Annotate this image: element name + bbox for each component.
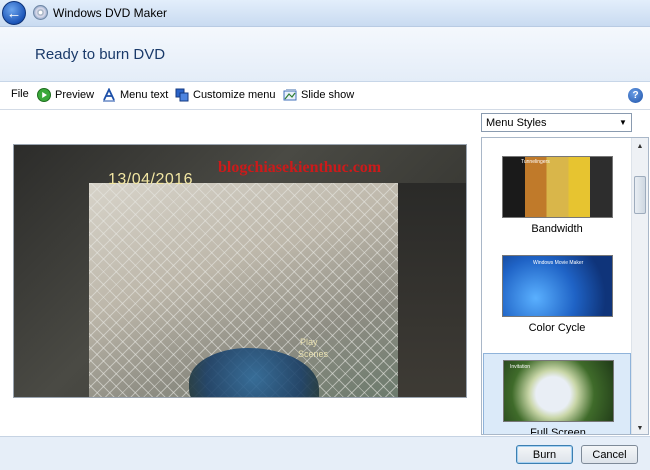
menu-style-label: Color Cycle [528, 322, 586, 334]
menu-styles-value: Menu Styles [486, 116, 547, 129]
color-cycle-thumb-title: Windows Movie Maker [533, 260, 584, 266]
menu-text-button[interactable]: Menu text [102, 88, 168, 102]
customize-menu-button[interactable]: Customize menu [175, 88, 276, 102]
back-arrow-icon[interactable]: ← [2, 1, 26, 25]
burn-button[interactable]: Burn [516, 445, 573, 464]
file-menu-label: File [11, 88, 29, 100]
menu-text-label: Menu text [120, 89, 169, 101]
menu-style-list[interactable]: Tunnelingers Bandwidth Windows Movie Mak… [481, 137, 649, 435]
menu-style-bandwidth[interactable]: Tunnelingers Bandwidth [483, 150, 631, 238]
dvd-disc-icon [33, 5, 48, 20]
page-header: Ready to burn DVD [0, 26, 650, 82]
page-title: Ready to burn DVD [35, 46, 166, 63]
full-screen-thumbnail: Invitation [503, 360, 614, 422]
menu-styles-dropdown[interactable]: Menu Styles ▼ [481, 113, 632, 132]
main-content: blogchiasekienthuc.com 13/04/2016 Play S… [0, 110, 650, 436]
scroll-thumb[interactable] [634, 176, 646, 214]
full-screen-thumb-title: Invitation [510, 364, 531, 370]
preview-shadow [398, 183, 466, 397]
file-menu[interactable]: File [11, 88, 29, 100]
preview-label: Preview [55, 89, 95, 101]
toolbar: File Preview Menu text Customize menu Sl… [0, 82, 650, 110]
preview-photo [89, 183, 398, 397]
slide-show-button[interactable]: Slide show [283, 88, 354, 102]
play-menu-link: Play [300, 337, 318, 347]
watermark-text: blogchiasekienthuc.com [218, 159, 382, 176]
chevron-down-icon: ▼ [619, 118, 627, 127]
color-cycle-thumbnail: Windows Movie Maker [502, 255, 613, 317]
customize-menu-label: Customize menu [193, 89, 276, 101]
menu-style-color-cycle[interactable]: Windows Movie Maker Color Cycle [483, 249, 631, 337]
help-icon[interactable]: ? [628, 88, 643, 103]
play-icon [37, 88, 51, 102]
bandwidth-thumb-title: Tunnelingers [521, 159, 550, 165]
menu-style-full-screen[interactable]: Invitation Full Screen [483, 353, 631, 435]
menu-title-text: 13/04/2016 [108, 171, 194, 188]
menu-preview: blogchiasekienthuc.com 13/04/2016 Play S… [13, 144, 467, 398]
scenes-menu-link: Scenes [298, 349, 329, 359]
slide-show-label: Slide show [301, 89, 355, 101]
scroll-down-icon[interactable]: ▼ [632, 421, 648, 434]
window-title: Windows DVD Maker [53, 6, 168, 20]
menu-style-label: Bandwidth [531, 223, 583, 235]
bandwidth-thumbnail: Tunnelingers [502, 156, 613, 218]
menu-style-label: Full Screen [530, 427, 586, 435]
footer-bar: Burn Cancel [0, 436, 650, 470]
style-list-scrollbar[interactable]: ▲ ▼ [631, 138, 648, 434]
preview-button[interactable]: Preview [37, 88, 94, 102]
scroll-up-icon[interactable]: ▲ [632, 139, 648, 153]
slide-show-icon [283, 89, 297, 101]
customize-menu-icon [175, 88, 189, 102]
cancel-button[interactable]: Cancel [581, 445, 638, 464]
title-bar: ← Windows DVD Maker [0, 0, 650, 26]
text-format-icon [103, 88, 115, 102]
